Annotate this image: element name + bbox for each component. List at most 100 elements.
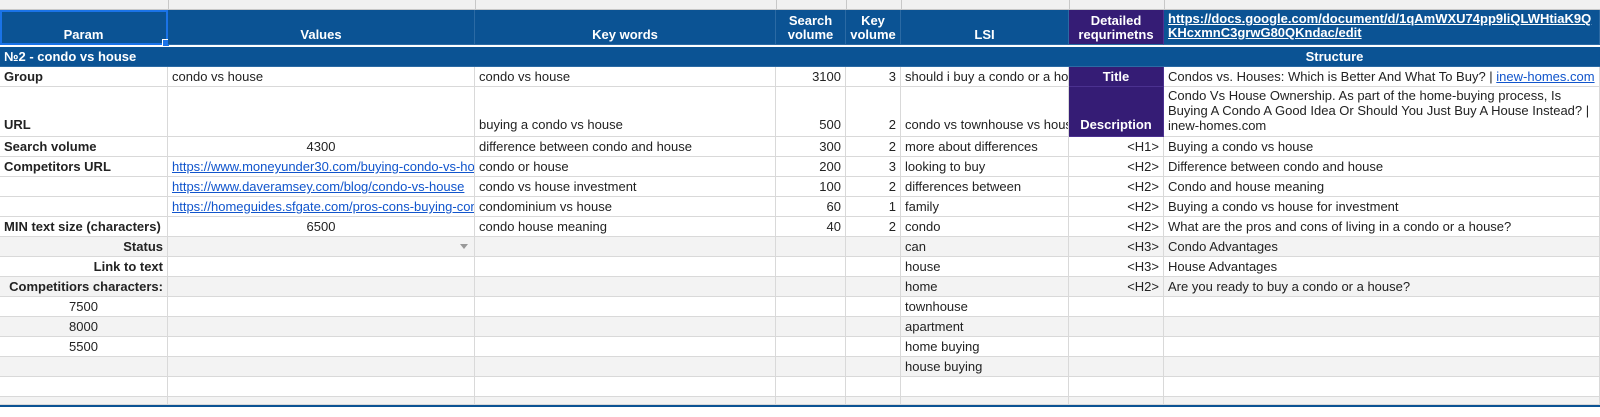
header-lsi[interactable]: LSI [901,10,1069,45]
empty-cell[interactable] [0,177,168,197]
empty-cell[interactable] [776,357,846,377]
empty-cell[interactable] [776,297,846,317]
structure-description-label[interactable]: Description [1069,87,1164,137]
heading-tag[interactable]: <H1> [1069,137,1164,157]
empty-cell[interactable] [846,317,901,337]
empty-cell[interactable] [1164,377,1600,397]
keyword-cell[interactable]: condominium vs house [475,197,776,217]
empty-cell[interactable] [776,397,846,405]
empty-cell[interactable] [0,377,168,397]
param-min-text-value[interactable]: 6500 [168,217,475,237]
empty-cell[interactable] [1069,317,1164,337]
lsi-cell[interactable]: can [901,237,1069,257]
search-volume-cell[interactable]: 500 [776,87,846,137]
lsi-cell[interactable]: home buying [901,337,1069,357]
lsi-cell[interactable]: home [901,277,1069,297]
doc-url-link[interactable]: https://docs.google.com/document/d/1qAmW… [1168,12,1595,40]
lsi-cell[interactable]: condo vs townhouse vs house [901,87,1069,137]
empty-cell[interactable] [776,257,846,277]
empty-cell[interactable] [776,317,846,337]
keyword-cell[interactable]: condo or house [475,157,776,177]
empty-cell[interactable] [1069,357,1164,377]
heading-tag[interactable]: <H3> [1069,237,1164,257]
empty-cell[interactable] [846,397,901,405]
lsi-cell[interactable]: condo [901,217,1069,237]
empty-cell[interactable] [776,377,846,397]
empty-cell[interactable] [168,317,475,337]
empty-cell[interactable] [475,397,776,405]
keyword-cell[interactable]: condo house meaning [475,217,776,237]
search-volume-cell[interactable]: 3100 [776,67,846,87]
lsi-cell[interactable]: house [901,257,1069,277]
lsi-cell[interactable]: more about differences [901,137,1069,157]
empty-cell[interactable] [475,257,776,277]
keyword-cell[interactable]: buying a condo vs house [475,87,776,137]
comp-chars-value[interactable]: 5500 [0,337,168,357]
empty-cell[interactable] [168,277,475,297]
header-detailed-requirements[interactable]: Detailed requrimetns [1069,10,1164,45]
lsi-cell[interactable]: looking to buy [901,157,1069,177]
header-key-volume[interactable]: Key volume [846,10,901,45]
param-url-value[interactable] [168,87,475,137]
empty-cell[interactable] [846,257,901,277]
empty-cell[interactable] [846,297,901,317]
empty-cell[interactable] [168,397,475,405]
keyword-cell[interactable]: difference between condo and house [475,137,776,157]
key-volume-cell[interactable]: 2 [846,217,901,237]
search-volume-cell[interactable]: 300 [776,137,846,157]
empty-cell[interactable] [1069,337,1164,357]
empty-cell[interactable] [475,317,776,337]
key-volume-cell[interactable]: 3 [846,67,901,87]
lsi-cell[interactable]: differences between [901,177,1069,197]
empty-cell[interactable] [0,197,168,217]
param-competitors-label[interactable]: Competitors URL [0,157,168,177]
structure-description-value[interactable]: Condo Vs House Ownership. As part of the… [1164,87,1600,137]
empty-cell[interactable] [168,297,475,317]
heading-tag[interactable]: <H2> [1069,157,1164,177]
empty-cell[interactable] [846,337,901,357]
empty-cell[interactable] [776,337,846,357]
param-url-label[interactable]: URL [0,87,168,137]
param-search-volume-label[interactable]: Search volume [0,137,168,157]
key-volume-cell[interactable]: 2 [846,137,901,157]
empty-cell[interactable] [475,337,776,357]
empty-cell[interactable] [475,357,776,377]
chevron-down-icon[interactable] [460,244,468,249]
empty-cell[interactable] [0,397,168,405]
title-link[interactable]: inew-homes.com [1496,69,1594,84]
empty-cell[interactable] [168,337,475,357]
heading-text[interactable]: Condo Advantages [1164,237,1600,257]
empty-cell[interactable] [1164,297,1600,317]
search-volume-cell[interactable]: 200 [776,157,846,177]
param-status-label[interactable]: Status [0,237,168,257]
lsi-cell[interactable]: family [901,197,1069,217]
param-search-volume-value[interactable]: 4300 [168,137,475,157]
keyword-cell[interactable]: condo vs house investment [475,177,776,197]
key-volume-cell[interactable]: 3 [846,157,901,177]
heading-tag[interactable]: <H3> [1069,257,1164,277]
empty-cell[interactable] [846,357,901,377]
heading-text[interactable]: Are you ready to buy a condo or a house? [1164,277,1600,297]
param-min-text-label[interactable]: MIN text size (characters) [0,217,168,237]
empty-cell[interactable] [1069,297,1164,317]
lsi-cell[interactable]: house buying [901,357,1069,377]
empty-cell[interactable] [846,277,901,297]
empty-cell[interactable] [776,237,846,257]
empty-cell[interactable] [1164,317,1600,337]
header-doc-url-cell[interactable]: https://docs.google.com/document/d/1qAmW… [1164,10,1600,45]
heading-tag[interactable]: <H2> [1069,177,1164,197]
structure-title-label[interactable]: Title [1069,67,1164,87]
empty-cell[interactable] [168,377,475,397]
param-link-value[interactable] [168,257,475,277]
key-volume-cell[interactable]: 2 [846,177,901,197]
param-comp-chars-label[interactable]: Competitiors characters: [0,277,168,297]
competitor-url-link[interactable]: https://www.moneyunder30.com/buying-cond… [168,157,475,177]
competitor-url-link[interactable]: https://homeguides.sfgate.com/pros-cons-… [168,197,475,217]
header-values[interactable]: Values [168,10,475,45]
comp-chars-value[interactable]: 7500 [0,297,168,317]
heading-tag[interactable]: <H2> [1069,197,1164,217]
key-volume-cell[interactable]: 2 [846,87,901,137]
param-group-label[interactable]: Group [0,67,168,87]
keyword-cell[interactable]: condo vs house [475,67,776,87]
search-volume-cell[interactable]: 100 [776,177,846,197]
